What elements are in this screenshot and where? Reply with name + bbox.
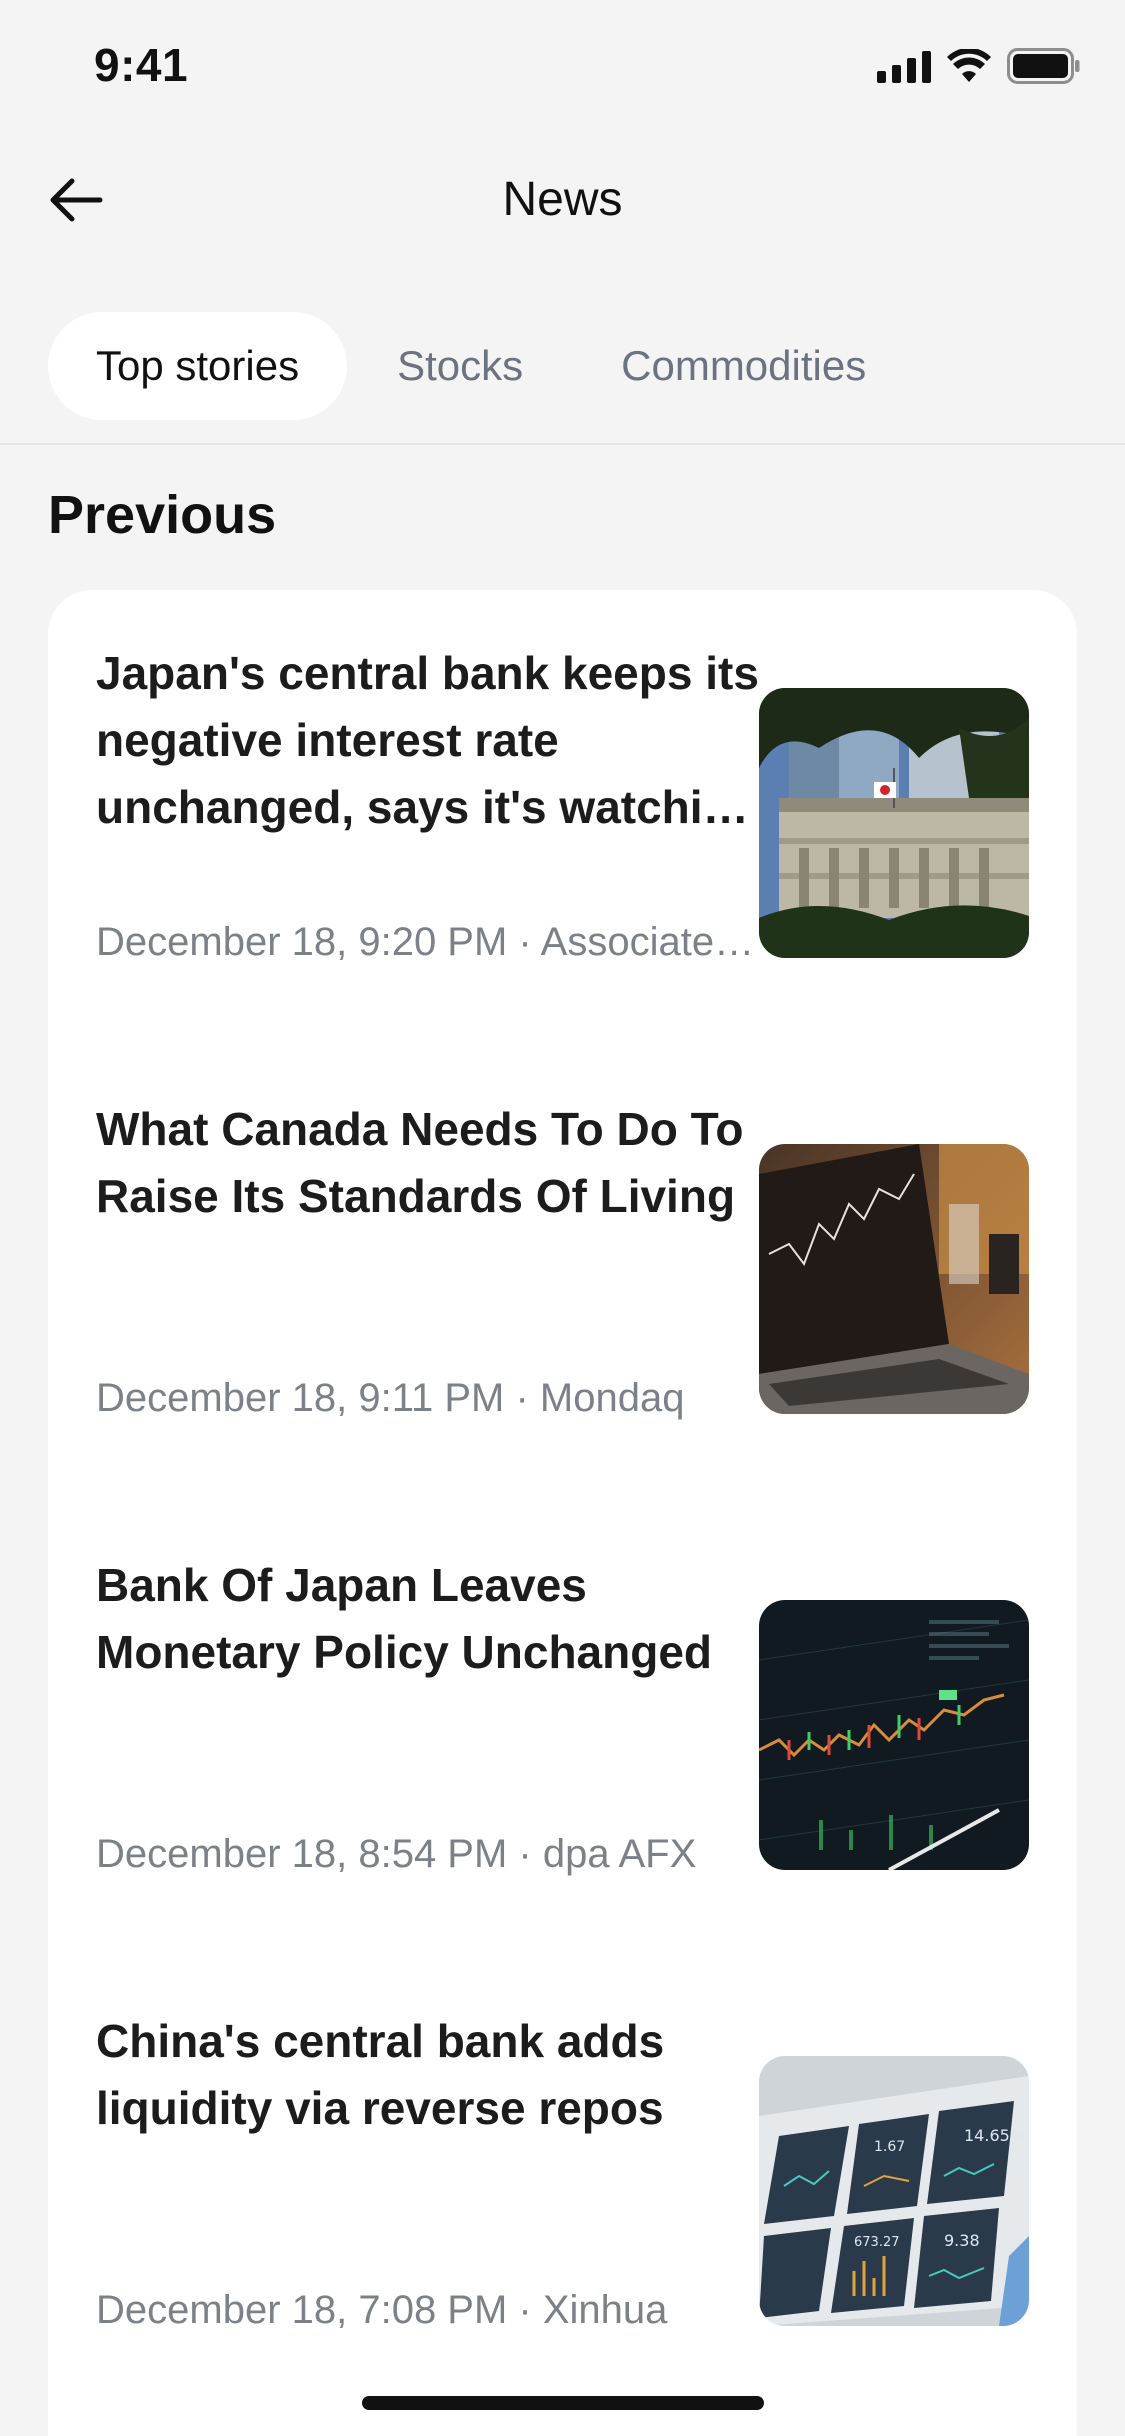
news-headline: What Canada Needs To Do To Raise Its Sta…	[96, 1103, 744, 1222]
svg-text:673.27: 673.27	[854, 2235, 900, 2250]
cellular-signal-icon	[877, 49, 931, 83]
home-indicator[interactable]	[362, 2396, 764, 2410]
news-headline: China's central bank adds liquidity via …	[96, 2015, 665, 2134]
news-meta: December 18, 9:11 PM · Mondaq	[96, 1376, 685, 1420]
svg-text:1.67: 1.67	[874, 2139, 905, 2155]
status-bar: 9:41	[0, 0, 1125, 140]
news-item[interactable]: China's central bank adds liquidity via …	[48, 1958, 1077, 2414]
navigation-bar: News	[0, 150, 1125, 250]
status-icons	[877, 48, 1081, 84]
news-headline: Bank Of Japan Leaves Monetary Policy Unc…	[96, 1559, 713, 1678]
status-time: 9:41	[94, 39, 189, 91]
svg-text:14.65%: 14.65%	[964, 2126, 1025, 2145]
news-meta: December 18, 7:08 PM · Xinhua	[96, 2288, 668, 2332]
news-item[interactable]: Bank Of Japan Leaves Monetary Policy Unc…	[48, 1502, 1077, 1958]
tab-top-stories[interactable]: Top stories	[48, 312, 348, 420]
news-item[interactable]: Japan's central bank keeps its negative …	[48, 590, 1077, 1046]
news-thumbnail: 14.65% 1.67 9.38 673.27	[759, 2056, 1029, 2326]
tab-stocks[interactable]: Stocks	[349, 312, 571, 420]
news-headline: Japan's central bank keeps its negative …	[96, 647, 759, 833]
news-thumbnail	[759, 1144, 1029, 1414]
divider	[0, 443, 1125, 445]
section-title: Previous	[48, 485, 277, 545]
news-thumbnail	[759, 1600, 1029, 1870]
page-title: News	[502, 173, 623, 226]
news-meta: December 18, 8:54 PM · dpa AFX	[96, 1832, 697, 1876]
category-tabs: Top stories Stocks Commodities	[48, 312, 914, 420]
news-meta: December 18, 9:20 PM · Associated Press	[96, 920, 776, 964]
news-item[interactable]: What Canada Needs To Do To Raise Its Sta…	[48, 1046, 1077, 1502]
news-thumbnail	[759, 688, 1029, 958]
news-list: Japan's central bank keeps its negative …	[48, 590, 1077, 2436]
svg-text:9.38: 9.38	[944, 2231, 980, 2250]
news-screen: 9:41 News Top stories Stocks Commodities…	[0, 0, 1125, 2436]
wifi-icon	[947, 49, 991, 82]
tab-commodities[interactable]: Commodities	[573, 312, 914, 420]
battery-icon	[1007, 48, 1080, 84]
